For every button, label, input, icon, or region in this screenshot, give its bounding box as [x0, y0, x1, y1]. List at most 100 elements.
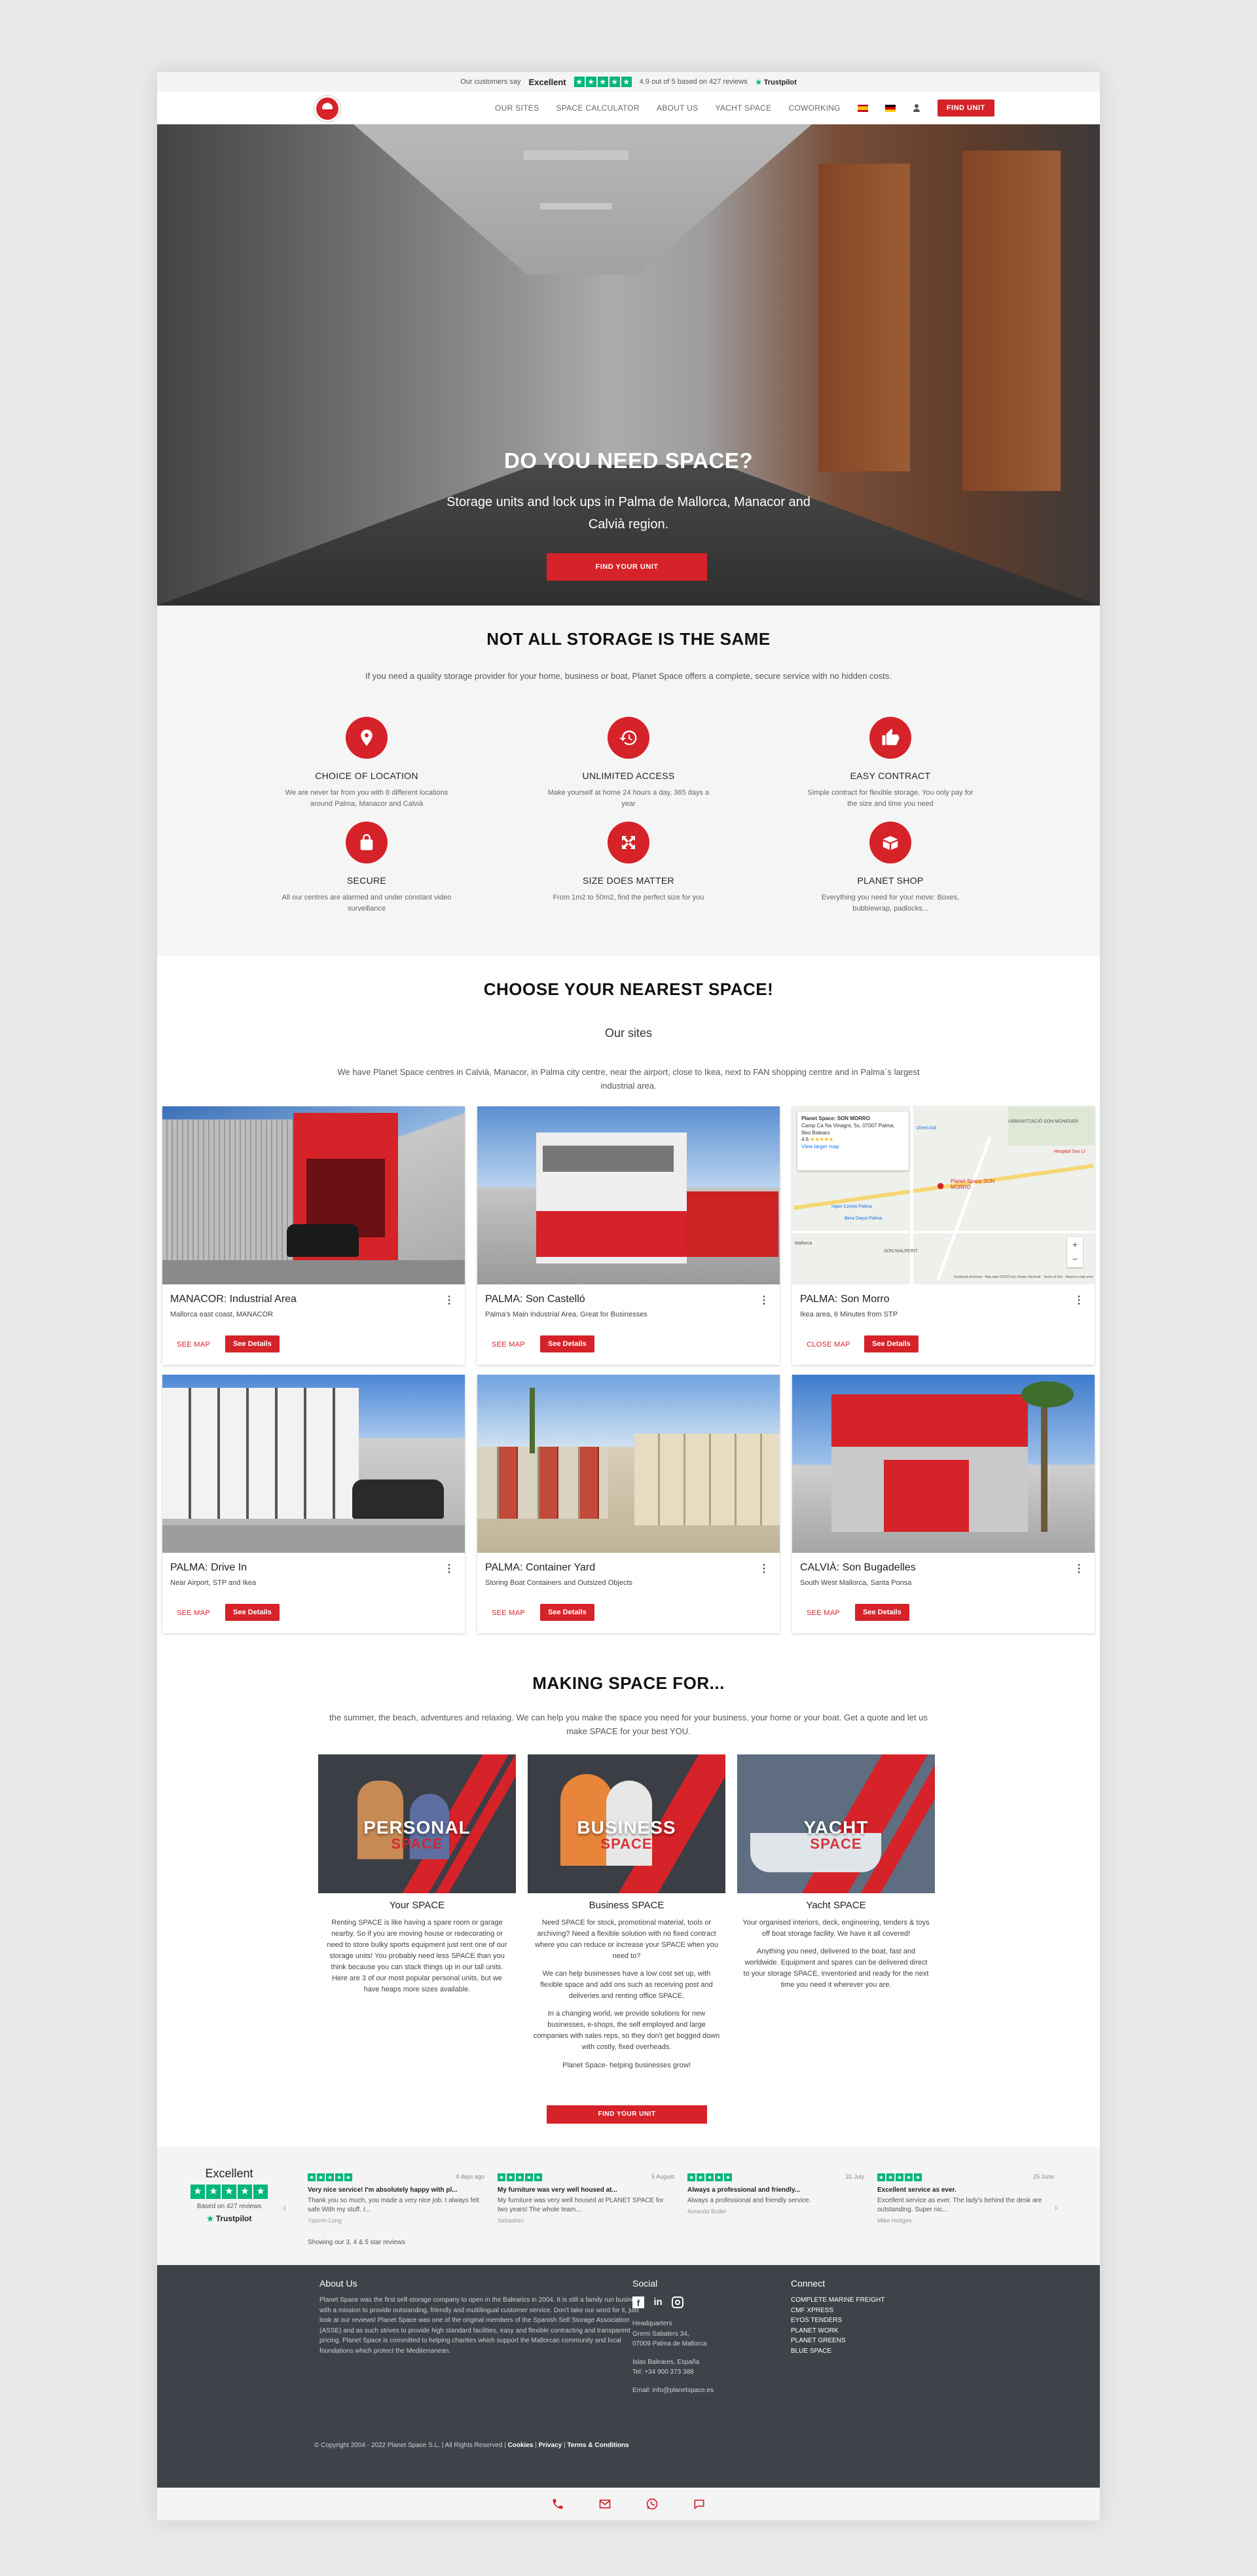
nav-our-sites[interactable]: OUR SITES	[495, 103, 539, 113]
connect-link[interactable]: PLANET GREENS	[791, 2336, 948, 2346]
promo-title: Business SPACE	[589, 1900, 665, 1911]
cookies-link[interactable]: Cookies	[508, 2442, 534, 2449]
review-card[interactable]: ★ ★ ★ ★ ★ 25 June Excellent service as ever.…	[877, 2173, 1054, 2224]
open-box-icon	[869, 822, 911, 863]
see-map-button[interactable]: SEE MAP	[800, 1605, 847, 1621]
phone-icon[interactable]	[551, 2497, 565, 2511]
site-card-son-bugadelles[interactable]: CALVIÀ: Son Bugadelles South West Mallor…	[792, 1375, 1095, 1633]
review-card[interactable]: ★ ★ ★ ★ ★ 31 July Always a professional and …	[687, 2173, 864, 2215]
map-zoom-controls[interactable]: + −	[1067, 1237, 1083, 1267]
footer-email[interactable]: Email: info@planetspace.es	[632, 2386, 763, 2396]
view-larger-map-link[interactable]: View larger map	[801, 1144, 905, 1151]
terms-link[interactable]: Terms & Conditions	[567, 2442, 628, 2449]
copyright: © Copyright 2004 - 2022 Planet Space S.L…	[314, 2442, 629, 2449]
site-card-son-castello[interactable]: PALMA: Son Castelló Palma's Main Industr…	[477, 1106, 780, 1365]
location-pin-icon	[346, 717, 388, 759]
prev-review-icon[interactable]: ‹	[283, 2202, 286, 2214]
whatsapp-icon[interactable]	[645, 2497, 659, 2511]
navbar: OUR SITES SPACE CALCULATOR ABOUT US YACH…	[157, 92, 1100, 124]
promo-text: Your organised interiors, deck, engineer…	[742, 1919, 930, 1938]
see-map-button[interactable]: SEE MAP	[170, 1337, 217, 1352]
nav-space-calculator[interactable]: SPACE CALCULATOR	[556, 103, 640, 113]
facebook-icon[interactable]: f	[632, 2296, 644, 2308]
see-details-button[interactable]: See Details	[225, 1335, 280, 1352]
site-card-drive-in[interactable]: PALMA: Drive In Near Airport, STP and Ik…	[162, 1375, 465, 1633]
footer-social: Social f in Headquarters Gremi Sabaters …	[632, 2278, 763, 2395]
feature-text: All our centres are alarmed and under co…	[282, 894, 452, 913]
close-map-button[interactable]: CLOSE MAP	[800, 1337, 857, 1352]
more-options-icon[interactable]: ⋮	[759, 1294, 769, 1307]
nav-about-us[interactable]: ABOUT US	[657, 103, 699, 113]
promo-text: We can help businesses have a low cost s…	[540, 1970, 713, 2001]
embedded-map[interactable]: Planet Space: SON MORRO Camp Ca Na Vinag…	[792, 1106, 1095, 1284]
linkedin-icon[interactable]: in	[652, 2296, 664, 2308]
footer-about: About Us Planet Space was the first self…	[319, 2278, 642, 2355]
features-title: NOT ALL STORAGE IS THE SAME	[486, 629, 771, 649]
feature-text: Make yourself at home 24 hours a day, 36…	[547, 789, 710, 808]
trustpilot-logo: ★ Trustpilot	[755, 78, 797, 86]
spanish-flag-icon[interactable]	[857, 104, 868, 112]
site-subtitle: Ikea area, 6 Minutes from STP	[800, 1311, 898, 1318]
connect-link[interactable]: CMF XPRESS	[791, 2306, 948, 2316]
next-review-icon[interactable]: ›	[1054, 2202, 1057, 2214]
summary-stars: ★ ★ ★ ★ ★	[190, 2185, 268, 2199]
more-options-icon[interactable]: ⋮	[444, 1294, 454, 1307]
privacy-link[interactable]: Privacy	[539, 2442, 562, 2449]
connect-link[interactable]: PLANET WORK	[791, 2326, 948, 2336]
see-details-button[interactable]: See Details	[855, 1604, 909, 1621]
making-space-section: MAKING SPACE FOR... the summer, the beac…	[157, 1650, 1100, 2147]
see-map-button[interactable]: SEE MAP	[485, 1605, 532, 1621]
connect-link[interactable]: EYOS TENDERS	[791, 2315, 948, 2326]
more-options-icon[interactable]: ⋮	[1074, 1294, 1084, 1307]
more-options-icon[interactable]: ⋮	[759, 1562, 769, 1575]
email-icon[interactable]	[598, 2497, 612, 2511]
chat-icon[interactable]	[692, 2497, 706, 2511]
planet-space-logo[interactable]	[314, 96, 340, 122]
see-details-button[interactable]: See Details	[540, 1335, 594, 1352]
see-map-button[interactable]: SEE MAP	[485, 1337, 532, 1352]
nav-coworking[interactable]: COWORKING	[788, 103, 840, 113]
hero-title: DO YOU NEED SPACE?	[503, 448, 753, 473]
user-account-icon[interactable]	[913, 104, 920, 112]
footer: About Us Planet Space was the first self…	[157, 2265, 1100, 2488]
see-details-button[interactable]: See Details	[225, 1604, 280, 1621]
star-icon: ★	[609, 77, 620, 87]
instagram-icon[interactable]	[672, 2296, 683, 2308]
feature-text: We are never far from you with 8 differe…	[285, 789, 448, 808]
see-map-button[interactable]: SEE MAP	[170, 1605, 217, 1621]
hq-address: Headquarters Gremi Sabaters 34, 07009 Pa…	[632, 2319, 763, 2395]
sites-subtitle: Our sites	[604, 1026, 653, 1040]
connect-link[interactable]: BLUE SPACE	[791, 2346, 948, 2357]
making-find-unit-button[interactable]: FIND YOUR UNIT	[547, 2105, 707, 2124]
hero-find-unit-button[interactable]: FIND YOUR UNIT	[547, 553, 707, 581]
review-card[interactable]: ★ ★ ★ ★ ★ 5 August My furniture was very wel…	[498, 2173, 674, 2224]
site-photo	[477, 1106, 780, 1284]
making-intro: the summer, the beach, adventures and re…	[329, 1713, 928, 1736]
feature-location: CHOICE OF LOCATION We are never far from…	[268, 717, 465, 809]
promo-business[interactable]: BUSINESS SPACE Business SPACE Need SPACE…	[528, 1754, 725, 2071]
review-card[interactable]: ★ ★ ★ ★ ★ 4 days ago Very nice service! I'm …	[308, 2173, 484, 2224]
feature-secure: SECURE All our centres are alarmed and u…	[268, 822, 465, 914]
connect-link[interactable]: COMPLETE MARINE FREIGHT	[791, 2295, 948, 2306]
find-unit-button[interactable]: FIND UNIT	[937, 100, 994, 117]
map-pin-icon[interactable]: ●	[936, 1177, 945, 1194]
nav-yacht-space[interactable]: YACHT SPACE	[715, 103, 771, 113]
see-details-button[interactable]: See Details	[540, 1604, 594, 1621]
more-options-icon[interactable]: ⋮	[444, 1562, 454, 1575]
trustpilot-summary[interactable]: Excellent ★ ★ ★ ★ ★ Based on 427 reviews ★ T…	[190, 2167, 268, 2223]
site-photo	[792, 1375, 1095, 1553]
promo-image: YACHT SPACE	[737, 1754, 935, 1893]
trustpilot-bar[interactable]: Our customers say Excellent ★ ★ ★ ★ ★ 4.9 ou…	[157, 72, 1100, 92]
see-details-button[interactable]: See Details	[864, 1335, 919, 1352]
trustpilot-reviews: Excellent ★ ★ ★ ★ ★ Based on 427 reviews ★ T…	[157, 2147, 1100, 2265]
features-section: NOT ALL STORAGE IS THE SAME If you need …	[157, 606, 1100, 956]
site-card-manacor[interactable]: MANACOR: Industrial Area Mallorca east c…	[162, 1106, 465, 1365]
more-options-icon[interactable]: ⋮	[1074, 1562, 1084, 1575]
promo-yacht[interactable]: YACHT SPACE Yacht SPACE Your organised i…	[737, 1754, 935, 1991]
feature-text: From 1m2 to 50m2, find the perfect size …	[553, 894, 704, 901]
site-card-container-yard[interactable]: PALMA: Container Yard Storing Boat Conta…	[477, 1375, 780, 1633]
promo-text: Planet Space- helping businesses grow!	[562, 2061, 691, 2069]
promo-personal[interactable]: PERSONAL SPACE Your SPACE Renting SPACE …	[318, 1754, 516, 1995]
german-flag-icon[interactable]	[884, 104, 896, 112]
site-card-son-morro[interactable]: Planet Space: SON MORRO Camp Ca Na Vinag…	[792, 1106, 1095, 1365]
